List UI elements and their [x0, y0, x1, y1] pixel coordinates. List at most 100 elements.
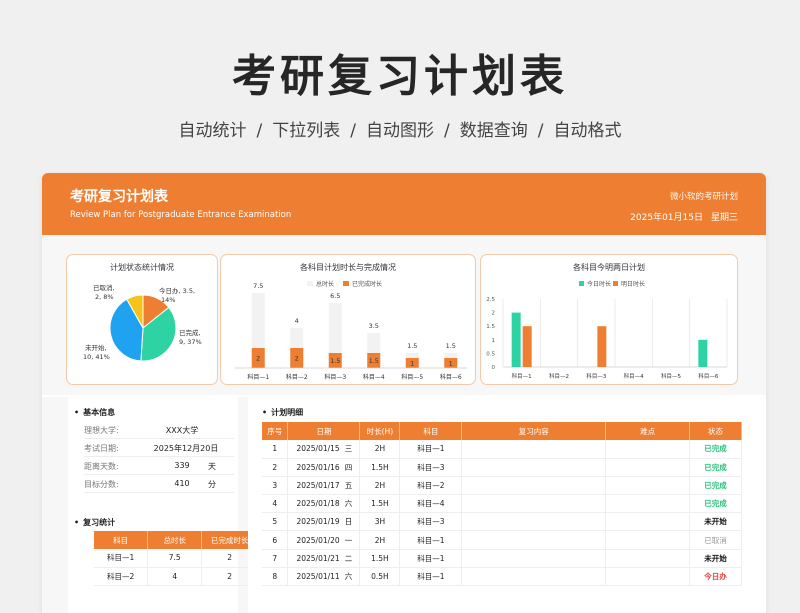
- table-cell: 1: [262, 440, 289, 459]
- table-cell: [461, 494, 607, 514]
- feature-item: 自动格式: [553, 121, 622, 141]
- plan-header: 难点: [605, 422, 691, 440]
- table-row[interactable]: 2 2025/01/16 四 1.5H 科目—3 已完成: [262, 458, 742, 477]
- status-cell: 已完成: [689, 458, 742, 477]
- bar-total-label: 3.5: [369, 322, 379, 330]
- status-cell: 已完成: [689, 440, 742, 459]
- table-cell: 2025/01/18 六: [287, 494, 361, 514]
- info-key: 理想大学:: [84, 426, 119, 435]
- info-unit: 分: [208, 480, 216, 489]
- table-cell: 2025/01/15 三: [287, 440, 361, 459]
- pie-label-done: 已完成,: [179, 328, 201, 337]
- bar-tomorrow: [522, 326, 532, 367]
- info-row-target-score[interactable]: 目标分数: 410 分: [84, 476, 234, 493]
- table-row[interactable]: 1 2025/01/15 三 2H 科目—1 已完成: [262, 440, 742, 459]
- y-tick-label: 1.5: [486, 324, 495, 330]
- legend-swatch-today: [579, 281, 584, 286]
- table-cell: [461, 567, 607, 587]
- table-cell: 2025/01/19 日: [287, 512, 361, 532]
- table-row[interactable]: 科目—1 7.5 2: [94, 549, 258, 568]
- date-value: 2025/01/17: [296, 480, 340, 490]
- table-row[interactable]: 4 2025/01/18 六 1.5H 科目—4 已完成: [262, 494, 742, 514]
- date-value: 2025/01/19: [296, 517, 340, 527]
- separator: /: [537, 121, 544, 141]
- plan-header: 序号: [262, 422, 289, 440]
- bottom-area: 基本信息 理想大学: XXX大学 考试日期: 2025年12月20日 距离天数:…: [42, 397, 766, 613]
- header-banner: 考研复习计划表 Review Plan for Postgraduate Ent…: [42, 173, 766, 235]
- table-cell: [461, 549, 607, 568]
- separator: /: [444, 121, 450, 141]
- legend-swatch-tomorrow: [613, 281, 618, 286]
- dashboard-area: 计划状态统计情况 今日办, 3.5, 14% 已完成, 9, 37% 未开始, …: [42, 235, 766, 395]
- table-cell: 2025/01/11 六: [287, 567, 361, 587]
- x-tick-label: 科目—1: [247, 373, 269, 381]
- legend-swatch-total: [307, 281, 313, 286]
- y-tick-label: 0.5: [486, 351, 495, 357]
- banner-subtitle: Review Plan for Postgraduate Entrance Ex…: [70, 210, 292, 220]
- y-tick-label: 1: [492, 338, 496, 344]
- table-cell: [605, 530, 691, 550]
- table-cell: 2H: [359, 476, 401, 496]
- weekday-value: 五: [344, 480, 353, 490]
- pie-label-today: 今日办, 3.5,: [159, 286, 195, 295]
- table-row[interactable]: 8 2025/01/11 六 0.5H 科目—1 今日办: [262, 567, 742, 587]
- info-key: 距离天数:: [84, 462, 119, 471]
- table-cell: 科目—1: [399, 567, 463, 587]
- info-row-exam-date[interactable]: 考试日期: 2025年12月20日: [84, 440, 234, 457]
- info-row-university[interactable]: 理想大学: XXX大学: [84, 422, 234, 439]
- bar-today: [511, 312, 521, 367]
- x-tick-label: 科目—6: [440, 373, 462, 381]
- plan-bar-chart: 今日时长 明日时长 0 0.5 1 1.5 2 2.5 科目—1 科目—2 科目—3 科目—4 科目…: [486, 280, 728, 380]
- banner-date-line: 2025年01月15日 星期三: [622, 210, 738, 223]
- plan-table: 序号 日期 时长(H) 科目 复习内容 难点 状态 1 2025/01/15 三 2H…: [262, 422, 742, 587]
- bar-done-label: 1.5: [330, 357, 340, 365]
- status-cell: 今日办: [689, 567, 742, 587]
- table-row[interactable]: 7 2025/01/21 二 1.5H 科目—1 未开始: [262, 549, 742, 568]
- review-stats-title: 复习统计: [74, 517, 115, 528]
- info-key: 目标分数:: [84, 480, 119, 489]
- pie-label-done-val: 9, 37%: [179, 338, 202, 346]
- table-cell: 科目—1: [399, 549, 463, 568]
- pie-label-cancel-val: 2, 8%: [95, 293, 114, 301]
- table-row[interactable]: 3 2025/01/17 五 2H 科目—2 已完成: [262, 476, 742, 496]
- table-cell: [461, 530, 607, 550]
- table-cell: 7: [262, 549, 289, 568]
- table-cell: 2H: [359, 530, 401, 550]
- date-value: 2025/01/16: [296, 462, 340, 472]
- table-cell: 科目—2: [94, 567, 149, 586]
- table-row[interactable]: 5 2025/01/19 日 3H 科目—3 未开始: [262, 512, 742, 532]
- plan-bar-panel[interactable]: 各科目今明两日计划 今日时长 明日时长 0 0.5 1 1.5 2 2.5 科目—1 科目—2…: [480, 254, 738, 385]
- table-row[interactable]: 6 2025/01/20 一 2H 科目—1 已取消: [262, 530, 742, 550]
- table-cell: 2025/01/21 二: [287, 549, 361, 568]
- banner-date: 2025年01月15日: [630, 213, 703, 223]
- status-pie-panel[interactable]: 计划状态统计情况 今日办, 3.5, 14% 已完成, 9, 37% 未开始, …: [66, 254, 218, 385]
- left-column: 基本信息 理想大学: XXX大学 考试日期: 2025年12月20日 距离天数:…: [68, 397, 258, 613]
- separator: /: [256, 121, 263, 141]
- x-tick-label: 科目—4: [363, 373, 385, 381]
- table-cell: 2025/01/20 一: [287, 530, 361, 550]
- status-cell: 未开始: [689, 512, 742, 532]
- table-cell: [605, 440, 691, 459]
- pie-chart: 今日办, 3.5, 14% 已完成, 9, 37% 未开始, 10, 41% 已…: [83, 283, 202, 362]
- plan-title: 计划明细: [262, 407, 303, 418]
- x-tick-label: 科目—2: [549, 372, 569, 380]
- plan-header: 复习内容: [461, 422, 607, 440]
- info-value: XXX大学: [165, 426, 199, 435]
- spreadsheet-card: 考研复习计划表 Review Plan for Postgraduate Ent…: [42, 173, 766, 613]
- table-cell: 科目—1: [399, 530, 463, 550]
- hours-bar-panel[interactable]: 各科目计划时长与完成情况 总时长 已完成时长 7.5 2 科目—1 4 2 科目—2 6.5…: [220, 254, 476, 385]
- bar-total-label: 7.5: [253, 282, 263, 290]
- table-cell: 1.5H: [359, 494, 401, 514]
- table-cell: [461, 512, 607, 532]
- table-cell: 科目—1: [399, 440, 463, 459]
- banner-weekday: 星期三: [710, 213, 738, 223]
- table-cell: 2H: [359, 440, 401, 459]
- status-cell: 已完成: [689, 476, 742, 496]
- info-row-days-left[interactable]: 距离天数: 339 天: [84, 458, 234, 475]
- pie-label-cancel: 已取消,: [93, 283, 115, 292]
- table-cell: 4: [262, 494, 289, 514]
- feature-list: 自动统计 / 下拉列表 / 自动图形 / 数据查询 / 自动格式: [0, 116, 800, 141]
- table-row[interactable]: 科目—2 4 2: [94, 567, 258, 586]
- hours-bar-chart: 总时长 已完成时长 7.5 2 科目—1 4 2 科目—2 6.5 1.5 科目—3 3.5 1.5…: [235, 280, 467, 381]
- feature-item: 数据查询: [459, 121, 528, 141]
